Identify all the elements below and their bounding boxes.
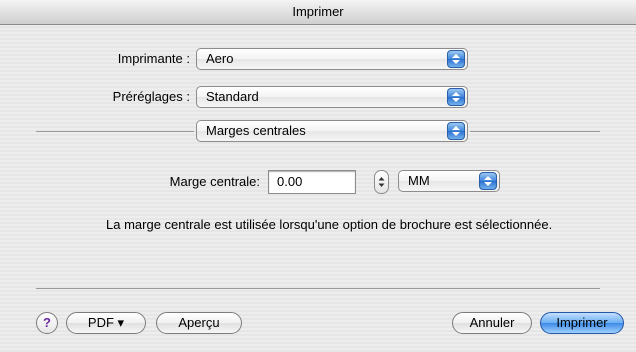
window-title: Imprimer (0, 0, 636, 25)
popup-arrows-icon (479, 172, 497, 190)
unit-popup[interactable]: MM (398, 170, 500, 192)
cancel-button[interactable]: Annuler (452, 312, 532, 334)
popup-arrows-icon (447, 122, 465, 140)
print-button[interactable]: Imprimer (540, 312, 624, 334)
panel-value: Marges centrales (206, 123, 306, 138)
printer-value: Aero (206, 51, 234, 66)
separator-right (470, 131, 600, 132)
margin-description: La marge centrale est utilisée lorsqu'un… (106, 217, 553, 232)
presets-label: Préréglages : (112, 89, 190, 104)
print-dialog: Imprimer Imprimante : Aero Préréglages :… (0, 0, 636, 352)
help-button[interactable]: ? (36, 312, 58, 334)
printer-label: Imprimante : (117, 51, 190, 66)
separator-left (36, 131, 194, 132)
printer-popup[interactable]: Aero (196, 48, 468, 70)
footer-separator (36, 288, 600, 289)
panel-popup[interactable]: Marges centrales (196, 120, 468, 142)
presets-value: Standard (206, 89, 259, 104)
preview-button[interactable]: Aperçu (156, 312, 242, 334)
pdf-button[interactable]: PDF ▾ (66, 312, 146, 334)
popup-arrows-icon (447, 50, 465, 68)
presets-popup[interactable]: Standard (196, 86, 468, 108)
margin-stepper[interactable] (374, 170, 389, 194)
margin-value: 0.00 (277, 174, 303, 189)
margin-value-field[interactable]: 0.00 (268, 170, 356, 194)
popup-arrows-icon (447, 88, 465, 106)
margin-label: Marge centrale: (169, 174, 260, 189)
unit-value: MM (408, 173, 430, 188)
